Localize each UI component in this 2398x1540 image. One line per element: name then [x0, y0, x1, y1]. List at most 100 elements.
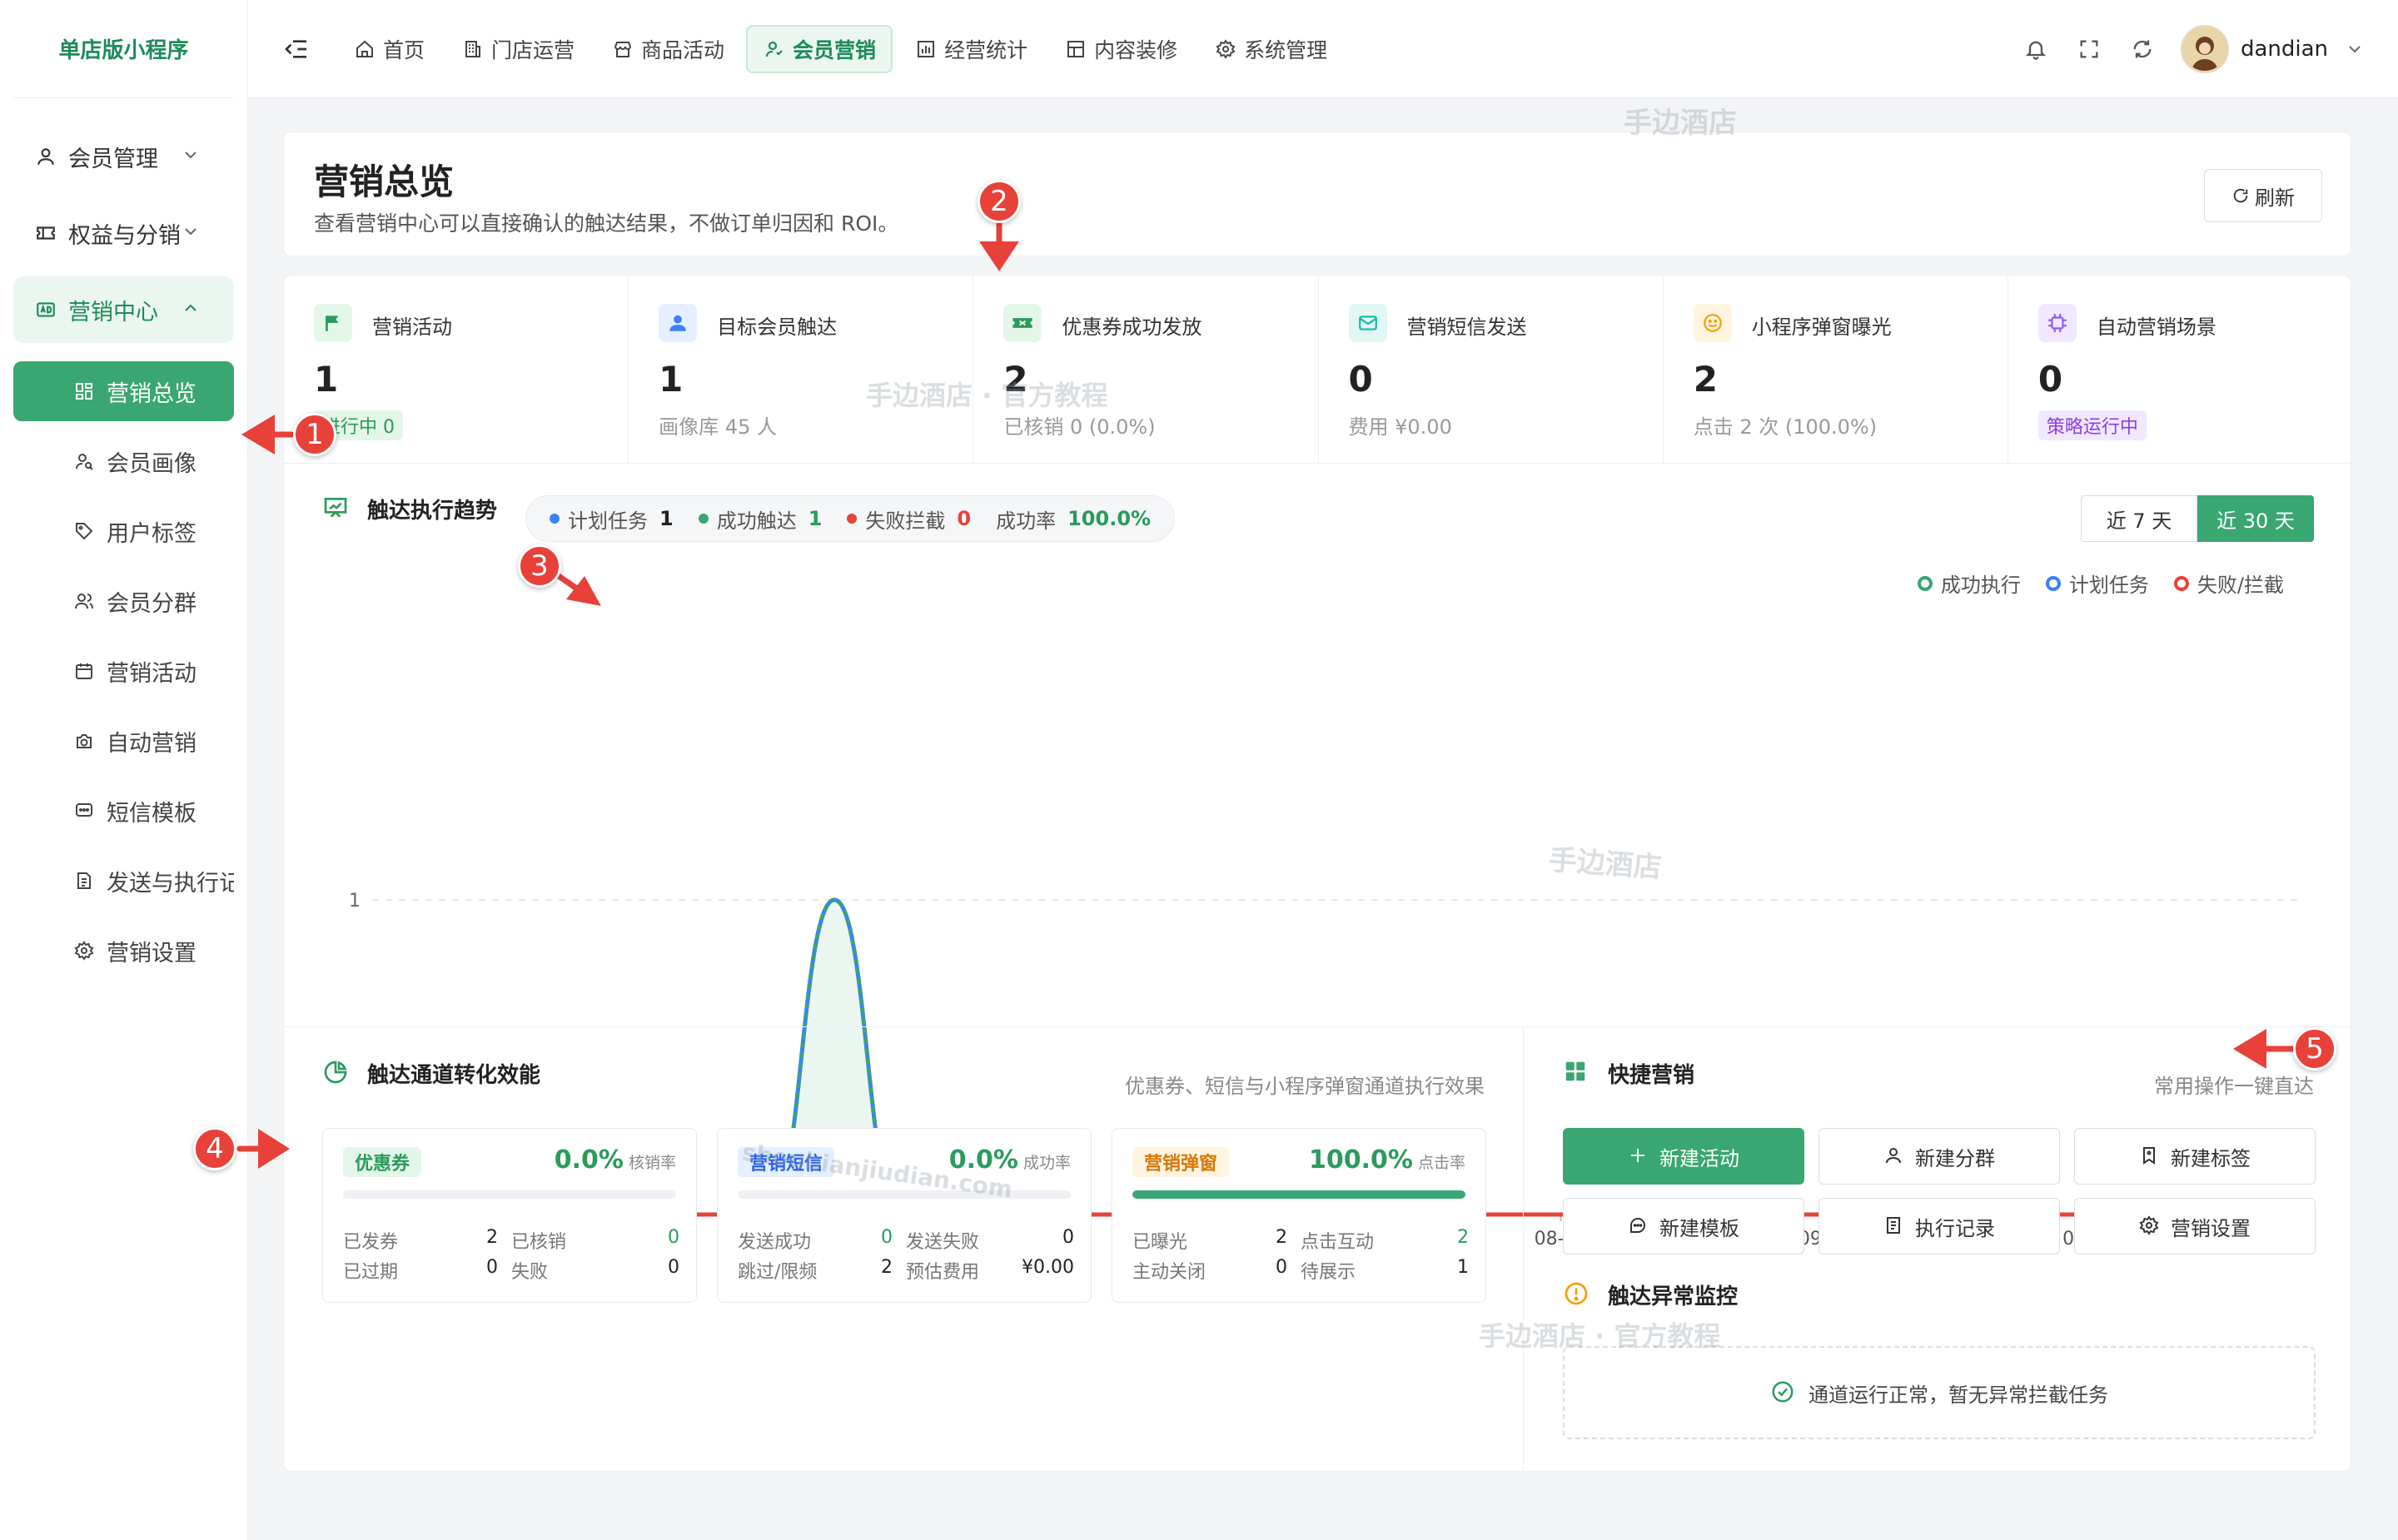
annotation-marker-3: 3 [518, 544, 561, 588]
status-badge: 策略运行中 [2037, 410, 2147, 440]
channels-title-text: 触达通道转化效能 [367, 1063, 541, 1088]
metric-value: 1 [1457, 1257, 1469, 1278]
grid-icon [1563, 1059, 1593, 1089]
button-label: 执行记录 [1915, 1216, 1995, 1240]
legend-item[interactable]: 失败/拦截 [2173, 569, 2284, 598]
topnav-products[interactable]: 商品活动 [596, 25, 739, 73]
topnav-content[interactable]: 内容装修 [1049, 25, 1192, 73]
username[interactable]: dandian [2241, 37, 2328, 62]
chip-icon [2037, 304, 2077, 342]
ad-icon [33, 297, 58, 322]
new-template-button[interactable]: 新建模板 [1563, 1198, 1804, 1254]
metric-cell: 发送成功 0 [738, 1227, 906, 1254]
new-tag-button[interactable]: 新建标签 [2074, 1128, 2316, 1185]
legend-item[interactable]: 计划任务 [2045, 569, 2149, 598]
marketing-settings-button[interactable]: 营销设置 [2074, 1198, 2316, 1254]
sidebar-item-segments[interactable]: 会员分群 [13, 571, 234, 631]
chevron-down-icon [185, 152, 197, 159]
fullscreen-icon[interactable] [2074, 34, 2104, 64]
execution-records-button[interactable]: 执行记录 [1818, 1198, 2060, 1254]
top-navigation: 首页 门店运营 商品活动 会员营销 经营统计 内容装修 系统管理 [338, 24, 1349, 73]
watermark: 手边酒店 · 官方教程 [866, 380, 1108, 411]
metric-cell: 发送失败 0 [906, 1227, 1074, 1254]
channel-card-coupon[interactable]: 优惠券 0.0% 核销率 已发券 2 已核销 0 已过期 0 失败 0 [322, 1128, 697, 1303]
stat-card-reach[interactable]: 目标会员触达 1 画像库 45 人 [629, 276, 974, 463]
topnav-store-ops[interactable]: 门店运营 [446, 25, 590, 73]
metric-label: 待展示 [1301, 1262, 1356, 1283]
topbar: 首页 门店运营 商品活动 会员营销 经营统计 内容装修 系统管理 dandian [248, 0, 2398, 98]
channel-metrics: 已发券 2 已核销 0 已过期 0 失败 0 [343, 1225, 679, 1285]
range-30-days-button[interactable]: 近 30 天 [2197, 495, 2314, 542]
stat-card-popup[interactable]: 小程序弹窗曝光 2 点击 2 次 (100.0%) [1664, 276, 2008, 463]
quick-note: 常用操作一键直达 [2154, 1075, 2314, 1098]
sidebar-item-settings[interactable]: 营销设置 [13, 921, 234, 981]
topbar-actions: dandian [1998, 0, 2365, 98]
stat-card-sms[interactable]: 营销短信发送 0 费用 ¥0.00 [1319, 276, 1664, 463]
metric-cell: 主动关闭 0 [1132, 1257, 1301, 1284]
sidebar-item-sms-templates[interactable]: 短信模板 [13, 781, 234, 841]
metric-row: 已发券 2 已核销 0 [343, 1225, 679, 1255]
sidebar-item-campaigns[interactable]: 营销活动 [13, 641, 234, 701]
sidebar-group-marketing[interactable]: 营销中心 [13, 276, 234, 343]
summary-planned: 计划任务 1 [550, 504, 674, 534]
gear-icon [1214, 37, 1237, 61]
avatar[interactable] [2180, 25, 2229, 73]
metric-value: 2 [881, 1257, 893, 1278]
home-icon [353, 37, 376, 61]
sidebar-item-label: 自动营销 [107, 730, 197, 757]
channel-progress-bar [738, 1190, 1071, 1199]
channel-rate: 100.0% 点击率 [1309, 1145, 1465, 1175]
topnav-system[interactable]: 系统管理 [1199, 25, 1342, 73]
new-segment-button[interactable]: 新建分群 [1818, 1128, 2060, 1185]
collapse-menu-icon[interactable] [280, 32, 313, 66]
sidebar-item-portrait[interactable]: 会员画像 [13, 431, 234, 491]
stat-sub: 费用 ¥0.00 [1348, 415, 1452, 439]
topnav-label: 商品活动 [641, 37, 725, 62]
sidebar-item-label: 用户标签 [107, 520, 197, 547]
metric-label: 已过期 [343, 1262, 399, 1283]
summary-failed: 失败拦截 0 [847, 504, 971, 534]
sidebar-item-overview[interactable]: 营销总览 [13, 361, 234, 421]
refresh-button[interactable]: 刷新 [2204, 169, 2322, 222]
sidebar-group-benefits[interactable]: 权益与分销 [13, 200, 234, 266]
quick-title-text: 快捷营销 [1608, 1063, 1695, 1088]
monitor-title: 触达异常监控 [1563, 1279, 1738, 1310]
channel-rate-label: 核销率 [628, 1154, 676, 1172]
bell-icon[interactable] [2021, 34, 2051, 64]
sidebar-item-records[interactable]: 发送与执行记录 [13, 851, 234, 911]
topnav-label: 门店运营 [491, 37, 575, 62]
sidebar-item-label: 会员分群 [107, 590, 197, 617]
sidebar-item-automation[interactable]: 自动营销 [13, 711, 234, 771]
sidebar-item-tags[interactable]: 用户标签 [13, 501, 234, 561]
camera-icon [72, 728, 97, 753]
legend-item[interactable]: 成功执行 [1917, 569, 2021, 598]
channel-tag: 营销弹窗 [1132, 1147, 1230, 1177]
topnav-member-marketing[interactable]: 会员营销 [746, 24, 893, 73]
metric-label: 预估费用 [906, 1262, 980, 1283]
chart-legend: 成功执行 计划任务 失败/拦截 [1893, 569, 2284, 598]
chevron-down-icon[interactable] [2345, 39, 2365, 59]
stat-label: 自动营销场景 [2096, 315, 2216, 339]
sidebar-group-member[interactable]: 会员管理 [13, 123, 234, 190]
button-label: 新建活动 [1659, 1146, 1739, 1170]
watermark: 手边酒店 [1547, 843, 1663, 885]
gear-icon [2139, 1215, 2161, 1237]
stat-card-automation[interactable]: 自动营销场景 0 策略运行中 [2008, 276, 2352, 463]
stat-label: 目标会员触达 [717, 315, 838, 339]
document-icon [72, 868, 97, 893]
topnav-stats[interactable]: 经营统计 [899, 25, 1042, 73]
reload-icon[interactable] [2127, 34, 2157, 64]
stat-sub: 策略运行中 [2037, 410, 2147, 440]
range-7-days-button[interactable]: 近 7 天 [2081, 495, 2197, 542]
coupon-icon [1003, 304, 1042, 342]
new-campaign-button[interactable]: 新建活动 [1563, 1128, 1804, 1185]
pie-chart-icon [322, 1059, 352, 1089]
stat-value: 1 [314, 359, 339, 400]
stat-card-coupons[interactable]: 优惠券成功发放 2 已核销 0 (0.0%) [973, 276, 1319, 463]
store-icon [611, 37, 634, 61]
sidebar-group-label: 营销中心 [68, 299, 158, 325]
topnav-home[interactable]: 首页 [338, 25, 440, 73]
channel-card-popup[interactable]: 营销弹窗 100.0% 点击率 已曝光 2 点击互动 2 主动关闭 0 待展示 1 [1112, 1128, 1486, 1303]
metric-cell: 待展示 1 [1301, 1257, 1469, 1284]
dot-red [847, 514, 858, 524]
